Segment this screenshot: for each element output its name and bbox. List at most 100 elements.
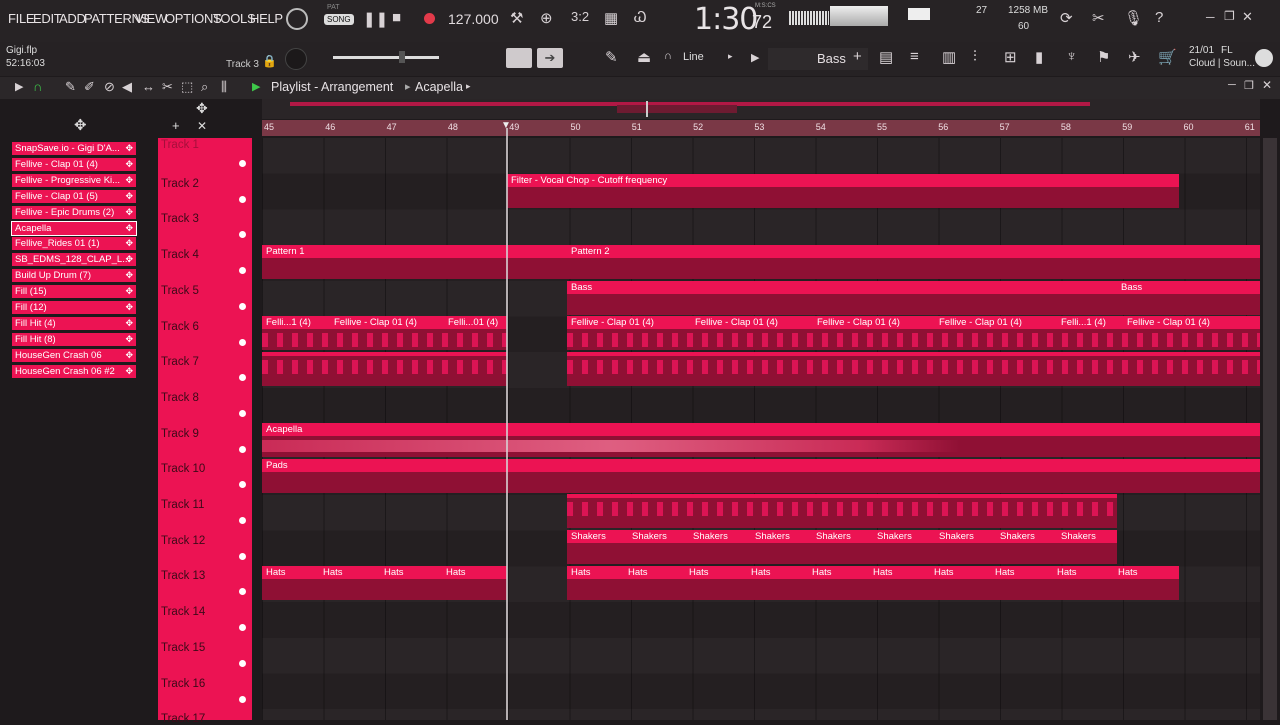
news-subtitle[interactable]: Cloud | Soun... [1189, 58, 1255, 69]
track-label[interactable]: Track 11 [161, 499, 204, 511]
pause-icon[interactable]: ❚❚ [363, 10, 388, 28]
arrow-right-icon[interactable]: ➔ [537, 48, 563, 68]
magnet-icon[interactable]: ∩ [664, 50, 672, 62]
snap-mode[interactable]: Line [683, 51, 704, 63]
track-mute-led[interactable] [239, 231, 246, 239]
pattern-item[interactable]: Fill Hit (8) ✥ [12, 332, 136, 346]
pattern-item[interactable]: Fellive - Clap 01 (5) ✥ [12, 189, 136, 203]
track-mute-led[interactable] [239, 338, 246, 346]
snap-magnet-icon[interactable]: ∩ [33, 79, 42, 94]
playlist-play-icon[interactable]: ▶ [252, 80, 260, 93]
playlist-grid[interactable]: Filter - Vocal Chop - Cutoff frequency P… [262, 138, 1260, 720]
pattern-item[interactable]: Fill Hit (4) ✥ [12, 316, 136, 330]
shakers-clip[interactable]: Shakers Shakers Shakers Shakers Shakers … [567, 530, 1117, 564]
track-label[interactable]: Track 1 [161, 139, 199, 151]
track-mute-led[interactable] [239, 552, 246, 560]
cross-tools-icon[interactable]: ✂ [1092, 9, 1105, 27]
snap-arrow-icon[interactable]: ▸ [728, 51, 733, 62]
playlist-menu-icon[interactable]: ▶ [15, 80, 23, 93]
track-mute-led[interactable] [239, 624, 246, 632]
drum-clip[interactable] [567, 352, 1260, 386]
pattern-item[interactable]: Fellive - Progressive Ki... ✥ [12, 173, 136, 187]
slip-tool-icon[interactable]: ↔ [142, 79, 155, 94]
track-label[interactable]: Track 10 [161, 463, 205, 475]
overview-scroll-handle[interactable] [617, 105, 737, 113]
delete-tool-icon[interactable]: ⊘ [104, 79, 115, 95]
pattern-drag-icon[interactable]: ✥ [125, 333, 133, 346]
pattern-picker-icon[interactable]: ✥ [74, 116, 87, 134]
channel-rack-icon[interactable]: ▥ [942, 48, 956, 66]
timeline-ruler[interactable]: 45 46 47 48 49 50 51 52 53 54 55 56 57 58 59 60 61 [262, 120, 1260, 136]
pattern-drag-icon[interactable]: ✥ [125, 349, 133, 362]
menu-edit[interactable]: EDIT [33, 11, 62, 26]
pencil-icon[interactable]: ✎ [605, 48, 618, 66]
hats-clip[interactable]: Hats Hats Hats Hats Hats Hats Hats Hats … [567, 566, 1179, 600]
track-label[interactable]: Track 9 [161, 428, 199, 440]
close-icon[interactable]: ✕ [1242, 9, 1253, 25]
pattern-drag-icon[interactable]: ✥ [125, 301, 133, 314]
slice-tool-icon[interactable]: ✂ [162, 79, 173, 95]
pattern-drag-icon[interactable]: ✥ [125, 222, 133, 235]
track-mute-led[interactable] [239, 588, 246, 596]
pattern-drag-icon[interactable]: ✥ [125, 142, 133, 155]
track-mute-led[interactable] [239, 695, 246, 703]
news-date[interactable]: 21/01 [1189, 45, 1214, 56]
track-label[interactable]: Track 6 [161, 321, 199, 333]
pattern-item[interactable]: Fellive - Epic Drums (2) ✥ [12, 205, 136, 219]
track-mute-led[interactable] [239, 659, 246, 667]
move-icon[interactable]: ✥ [196, 100, 208, 117]
stamp-icon[interactable]: ⏏ [637, 48, 651, 66]
track-mute-led[interactable] [239, 267, 246, 275]
pattern-drag-icon[interactable]: ✥ [125, 174, 133, 187]
pattern-drag-icon[interactable]: ✥ [125, 285, 133, 298]
track-mute-led[interactable] [239, 445, 246, 453]
track-mute-led[interactable] [239, 409, 246, 417]
pattern-item[interactable]: SnapSave.io - Gigi D'A... ✥ [12, 142, 136, 155]
preset-name[interactable]: Bass [817, 51, 846, 66]
menu-add[interactable]: ADD [59, 11, 86, 26]
pads-clip[interactable]: Pads [262, 459, 1260, 493]
pattern-drag-icon[interactable]: ✥ [125, 206, 133, 219]
pattern-item[interactable]: Fellive - Clap 01 (4) ✥ [12, 157, 136, 171]
song-mode-button[interactable]: SONG [324, 14, 354, 25]
playhead-marker-icon[interactable]: ▼ [501, 120, 511, 131]
track-label[interactable]: Track 7 [161, 356, 199, 368]
loop-record-icon[interactable]: Ꮗ [634, 9, 647, 26]
time-format-label[interactable]: M:S:CS [755, 3, 776, 9]
metronome-icon[interactable]: ⚒ [510, 9, 523, 27]
pattern-item[interactable]: HouseGen Crash 06 #2 ✥ [12, 364, 136, 378]
master-volume-slider[interactable] [333, 56, 439, 59]
playlist-minimize-icon[interactable]: ─ [1228, 79, 1236, 91]
files-icon[interactable]: ▮ [1035, 48, 1043, 66]
touch-controller-icon[interactable]: ⚑ [1097, 48, 1110, 66]
pattern-item[interactable]: SB_EDMS_128_CLAP_L... ✥ [12, 253, 136, 267]
pattern-clip-1[interactable]: Pattern 1 [262, 245, 567, 279]
bass-clip-1[interactable]: Bass [567, 281, 1117, 315]
restore-icon[interactable]: ❐ [1224, 9, 1235, 23]
track-mute-led[interactable] [239, 517, 246, 524]
record-icon[interactable] [424, 13, 435, 24]
track-label[interactable]: Track 2 [161, 178, 199, 190]
master-knob-icon[interactable] [286, 8, 308, 30]
menu-view[interactable]: VIEW [135, 11, 167, 26]
shop-icon[interactable]: 🛒 [1158, 48, 1177, 66]
pattern-item[interactable]: HouseGen Crash 06 ✥ [12, 348, 136, 362]
shaker-notes-clip[interactable] [567, 494, 1117, 528]
undo-history-icon[interactable]: ⟳ [1060, 9, 1073, 27]
track-label[interactable]: Track 14 [161, 606, 205, 618]
pattern-drag-icon[interactable]: ✥ [125, 253, 133, 266]
plugin-icon[interactable]: ♆ [1066, 48, 1077, 65]
add-pattern-icon[interactable]: + [853, 48, 862, 65]
help-icon[interactable]: ? [1155, 9, 1163, 26]
track-label[interactable]: Track 4 [161, 249, 199, 261]
zoom-tool-icon[interactable]: ⌕ [201, 79, 208, 95]
playlist-maximize-icon[interactable]: ❐ [1244, 79, 1254, 92]
piano-keys-icon[interactable] [506, 48, 532, 68]
pattern-drag-icon[interactable]: ✥ [125, 365, 133, 378]
microphone-icon[interactable]: 🎙 [1124, 9, 1143, 27]
drum-clip[interactable] [262, 352, 507, 386]
minimize-icon[interactable]: ─ [1206, 10, 1215, 24]
fl-logo-icon[interactable] [1255, 49, 1273, 67]
remove-track-icon[interactable]: ✕ [197, 119, 207, 133]
playhead[interactable] [506, 128, 508, 720]
